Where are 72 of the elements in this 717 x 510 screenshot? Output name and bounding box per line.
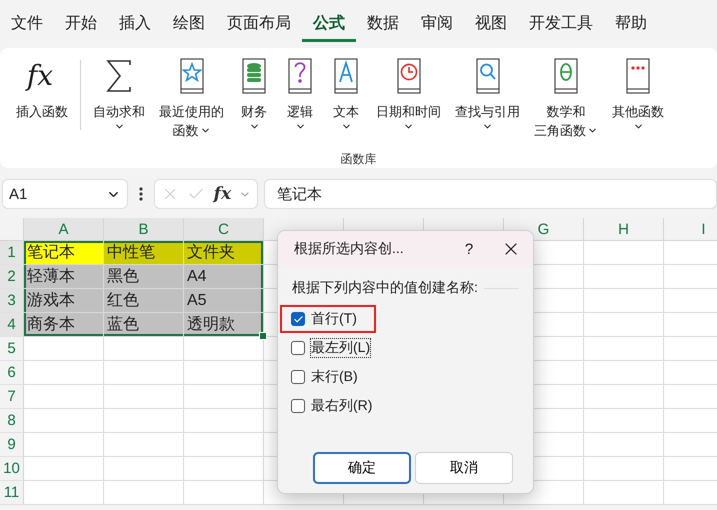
row-header[interactable]: 1 <box>0 241 24 265</box>
insert-function-button[interactable]: fx <box>214 184 232 204</box>
row-header[interactable]: 8 <box>0 409 24 433</box>
table-cell: A5 <box>184 289 264 313</box>
row-header[interactable]: 9 <box>0 433 24 457</box>
row-header[interactable]: 7 <box>0 385 24 409</box>
table-cell: 游戏本 <box>24 289 104 313</box>
table-cell: 轻薄本 <box>24 265 104 289</box>
row-header[interactable]: 10 <box>0 457 24 481</box>
table-cell: 文件夹 <box>184 241 264 265</box>
table-cell: 黑色 <box>104 265 184 289</box>
row-header[interactable]: 11 <box>0 481 24 505</box>
menu-tab[interactable]: 绘图 <box>162 0 216 46</box>
column-header[interactable]: B <box>104 218 184 241</box>
menu-tab[interactable]: 插入 <box>108 0 162 46</box>
menu-tab[interactable]: 开发工具 <box>518 0 604 46</box>
ribbon-button[interactable]: 自动求和 <box>91 56 147 132</box>
checkbox-label[interactable]: 最右列(R) <box>311 397 372 415</box>
column-header[interactable]: H <box>584 218 664 241</box>
menu-tab[interactable]: 公式 <box>302 4 356 42</box>
dialog-button[interactable]: 取消 <box>415 452 513 484</box>
table-cell: 中性笔 <box>104 241 184 265</box>
table-cell: 笔记本 <box>24 241 104 265</box>
dialog-button[interactable]: 确定 <box>313 452 411 484</box>
menu-tab[interactable]: 审阅 <box>410 0 464 46</box>
formula-field[interactable]: 笔记本 <box>264 179 717 209</box>
name-box[interactable]: A1 <box>2 179 128 209</box>
row-header[interactable]: 6 <box>0 361 24 385</box>
checkbox-label[interactable]: 最左列(L) <box>311 339 370 357</box>
ribbon-button[interactable]: 其他函数 <box>610 56 666 132</box>
row-header[interactable]: 2 <box>0 265 24 289</box>
column-header[interactable]: C <box>184 218 264 241</box>
checkbox[interactable] <box>291 370 305 384</box>
function-symbol: fx <box>24 58 54 94</box>
sigma-icon <box>105 59 133 93</box>
table-cell: 商务本 <box>24 313 104 337</box>
checkbox[interactable] <box>291 341 305 355</box>
row-header[interactable]: 5 <box>0 337 24 361</box>
menu-tab[interactable]: 视图 <box>464 0 518 46</box>
table-cell: A4 <box>184 265 264 289</box>
ribbon-button[interactable]: 查找与引用 <box>453 56 522 132</box>
checkbox-label[interactable]: 末行(B) <box>311 368 358 386</box>
table-cell: 蓝色 <box>104 313 184 337</box>
ribbon-button[interactable]: 财务 <box>236 56 272 132</box>
prompt-text: 根据下列内容中的值创建名称: <box>292 279 478 297</box>
checkbox[interactable] <box>291 399 305 413</box>
checkbox[interactable] <box>291 312 305 326</box>
ribbon-button[interactable]: fx 插入函数 <box>14 56 70 121</box>
checkbox-label[interactable]: 首行(T) <box>311 310 357 328</box>
ribbon-button[interactable]: 最近使用的 函数 <box>157 56 226 140</box>
menu-tab[interactable]: 开始 <box>54 0 108 46</box>
group-label: 函数库 <box>340 151 376 168</box>
select-all-corner[interactable] <box>0 218 24 241</box>
menu-tab[interactable]: 数据 <box>356 0 410 46</box>
ribbon-button[interactable]: 逻辑 <box>282 56 318 132</box>
column-header[interactable]: I <box>664 218 717 241</box>
column-header[interactable]: A <box>24 218 104 241</box>
ribbon-button[interactable]: 日期和时间 <box>374 56 443 132</box>
check-icon <box>292 314 304 324</box>
menu-tab[interactable]: 文件 <box>0 0 54 46</box>
help-button[interactable]: ? <box>449 240 489 258</box>
more-icon[interactable] <box>138 186 144 202</box>
menu-tab[interactable]: 页面布局 <box>216 0 302 46</box>
menu-tab[interactable]: 帮助 <box>604 0 658 46</box>
row-header[interactable]: 4 <box>0 313 24 337</box>
dialog-title: 根据所选内容创... <box>294 240 405 258</box>
table-cell: 红色 <box>104 289 184 313</box>
table-cell: 透明款 <box>184 313 264 337</box>
fill-handle[interactable] <box>259 332 267 340</box>
ribbon-button[interactable]: 文本 <box>328 56 364 132</box>
ribbon-button[interactable]: 数学和 三角函数 <box>532 56 600 140</box>
row-header[interactable]: 3 <box>0 289 24 313</box>
